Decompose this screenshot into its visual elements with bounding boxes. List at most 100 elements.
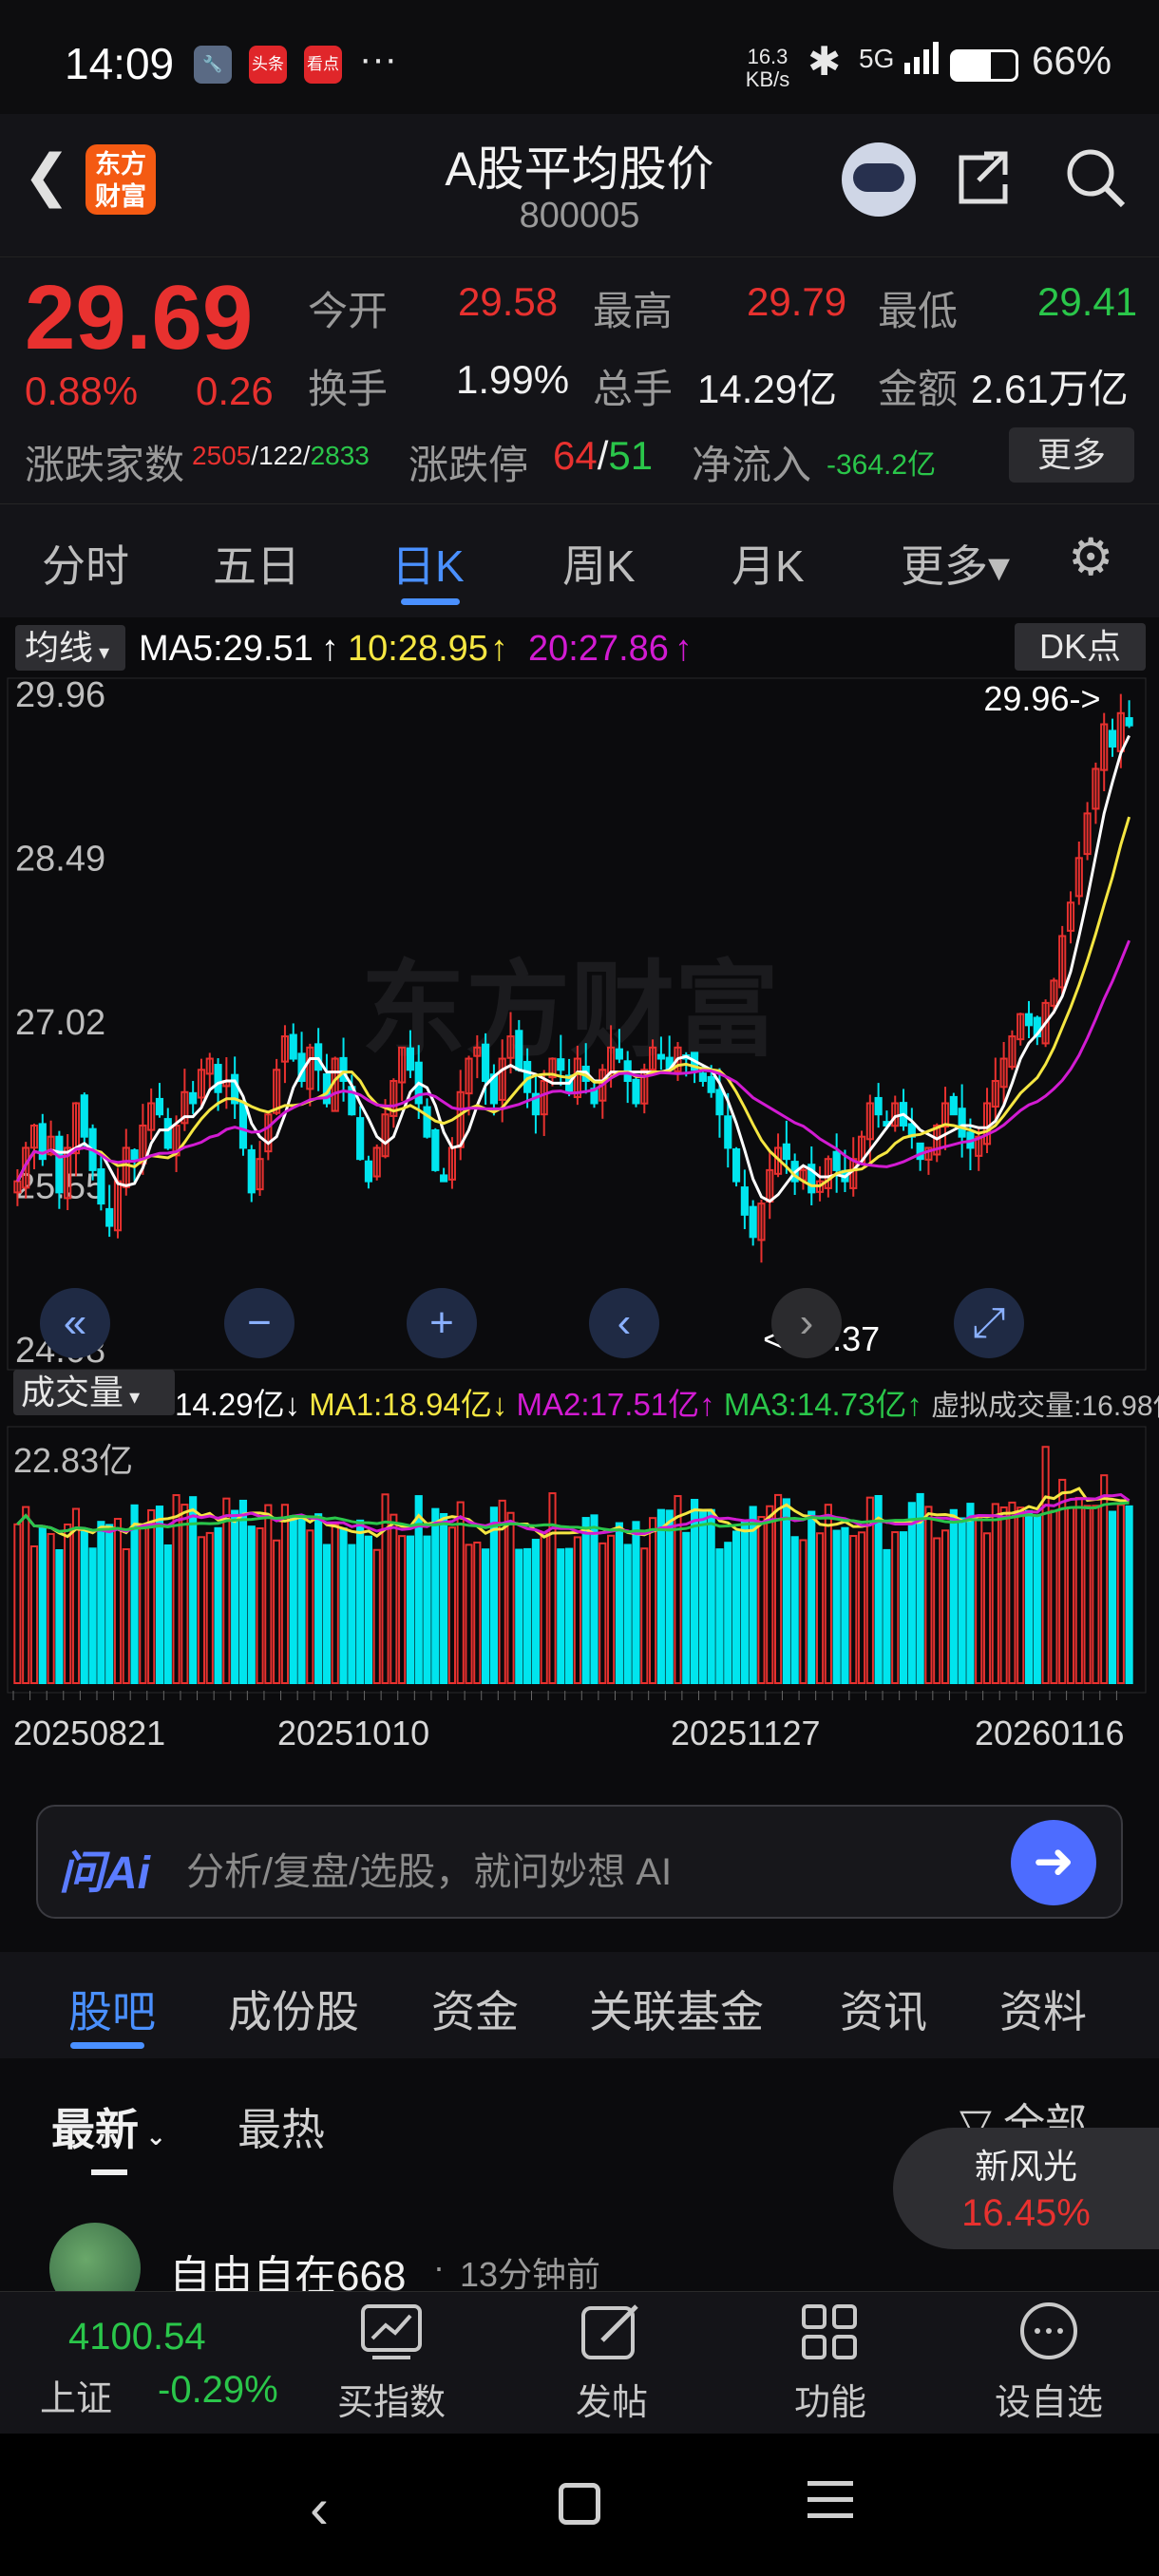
ai-send-button[interactable]: ➜ [1011, 1820, 1096, 1905]
dk-button[interactable]: DK点 [1015, 623, 1146, 671]
prev-button[interactable]: ‹ [589, 1288, 659, 1358]
volume-bar [598, 1542, 607, 1684]
x-tick-1: 20250821 [13, 1714, 166, 1752]
zoom-out-button[interactable]: − [224, 1288, 294, 1358]
post-item[interactable]: 自由自在668 · 13分钟前 [0, 2213, 1159, 2291]
avatar[interactable] [49, 2223, 141, 2291]
volume-selector[interactable]: 成交量 ▾ [13, 1370, 175, 1415]
tab-daily-k[interactable]: 日K [391, 532, 465, 595]
function-label[interactable]: 功能 [754, 2373, 906, 2425]
turnover-label: 换手 [308, 367, 389, 411]
rewind-button[interactable]: « [40, 1288, 110, 1358]
volume-bar [431, 1507, 440, 1684]
candle-body [949, 1095, 958, 1116]
volume-bar [924, 1506, 933, 1684]
nav-menu-icon[interactable] [808, 2481, 853, 2518]
zoom-in-button[interactable]: + [407, 1288, 477, 1358]
high-label: 最高 [593, 289, 674, 333]
volume-bar [656, 1508, 665, 1684]
x-tick-2: 20251010 [277, 1714, 430, 1752]
open-label: 今开 [308, 289, 389, 333]
kline-chart[interactable]: 东方财富29.9628.4927.0225.5524.0829.96-><-24… [0, 676, 1159, 1379]
candle-body [724, 1115, 732, 1149]
fullscreen-button[interactable]: ⤢ [954, 1288, 1024, 1358]
bluetooth-icon: ✱ [808, 39, 842, 84]
filter-all[interactable]: ▽ 全部 [960, 2090, 1112, 2131]
ai-placeholder[interactable]: 分析/复盘/选股，就问妙想 AI [186, 1841, 672, 1896]
volume-bar [565, 1547, 574, 1684]
volume-bar [489, 1506, 498, 1685]
ma-selector[interactable]: 均线 ▾ [15, 625, 125, 671]
volume-bar [799, 1539, 808, 1684]
tab-minute[interactable]: 分时 [42, 532, 129, 595]
post-icon[interactable] [578, 2301, 646, 2363]
open-value: 29.58 [458, 279, 559, 324]
candle-body [749, 1205, 757, 1239]
tab-more[interactable]: 更多▾ [901, 532, 1010, 595]
more-button[interactable]: 更多 [1009, 427, 1134, 483]
tab-weekly-k[interactable]: 周K [562, 532, 636, 595]
candle-body [1125, 717, 1133, 727]
post-label[interactable]: 发帖 [536, 2373, 688, 2425]
volume-bar [264, 1504, 273, 1684]
tab-related-funds[interactable]: 关联基金 [589, 1978, 764, 2040]
sort-indicator [91, 2169, 127, 2175]
kandian-icon: 看点 [304, 46, 342, 84]
volume-bar [999, 1506, 1008, 1684]
volume-bar [88, 1547, 97, 1684]
volume-bar [1016, 1506, 1025, 1684]
assistant-avatar[interactable] [842, 142, 916, 217]
sort-hot[interactable]: 最热 [238, 2095, 325, 2158]
watchlist-label[interactable]: 设自选 [973, 2373, 1125, 2425]
candle-body [214, 1064, 222, 1093]
sort-latest[interactable]: 最新 ⌄ [51, 2095, 166, 2158]
share-icon[interactable] [956, 146, 1013, 207]
limit-up: 64 [553, 433, 598, 478]
volume-bar [113, 1518, 123, 1684]
nav-back-icon[interactable]: ‹ [310, 2475, 329, 2541]
volume-chart[interactable]: 22.83亿 [0, 1425, 1159, 1710]
ma5-arrow: ↑ [321, 629, 339, 669]
volume-bar [55, 1548, 64, 1684]
sort-latest-label: 最新 [51, 2105, 139, 2154]
next-button[interactable]: › [771, 1288, 842, 1358]
settings-icon[interactable]: ⚙ [1068, 532, 1113, 583]
buy-index-icon[interactable] [357, 2301, 426, 2363]
tab-profile[interactable]: 资料 [999, 1978, 1087, 2040]
watchlist-icon[interactable] [1015, 2301, 1083, 2363]
volume-bar [975, 1517, 983, 1684]
volume-bar [331, 1524, 339, 1685]
function-icon[interactable] [796, 2301, 864, 2363]
buy-index-label[interactable]: 买指数 [315, 2373, 467, 2425]
tab-funds[interactable]: 资金 [431, 1978, 519, 2040]
volume-bar [841, 1526, 849, 1685]
change-pct: 0.88% [25, 369, 139, 413]
battery-icon [950, 49, 1018, 82]
y-tick-label: 27.02 [15, 1003, 105, 1043]
limit-label: 涨跌停 [408, 443, 529, 487]
candle-body [1108, 729, 1117, 748]
volume-bar [749, 1506, 757, 1684]
volume-bar [649, 1517, 657, 1684]
nav-home-icon[interactable] [559, 2483, 600, 2525]
volume-bar [907, 1502, 916, 1685]
low-value: 29.41 [1037, 279, 1138, 324]
tab-guba[interactable]: 股吧 [68, 1978, 156, 2040]
tab-monthly-k[interactable]: 月K [732, 532, 805, 595]
tab-news[interactable]: 资讯 [840, 1978, 927, 2040]
volume-bar [615, 1522, 623, 1684]
index-value[interactable]: 4100.54 [68, 2316, 206, 2358]
tab-five-day[interactable]: 五日 [213, 532, 300, 595]
post-author[interactable]: 自由自在668 [169, 2242, 406, 2291]
search-icon[interactable] [1062, 144, 1129, 211]
volume-bar [991, 1503, 999, 1684]
breadth-values: 2505/122/2833 [192, 441, 370, 470]
tab-constituents[interactable]: 成份股 [228, 1978, 359, 2040]
volume-value: 14.29亿 [697, 367, 838, 411]
volume-bar [707, 1508, 715, 1684]
volume-bar [757, 1516, 766, 1684]
ma5-value: MA5:29.51 [139, 629, 314, 669]
up-count: 2505 [192, 441, 252, 470]
candle-body [247, 1148, 256, 1194]
volume-bar [456, 1501, 465, 1684]
